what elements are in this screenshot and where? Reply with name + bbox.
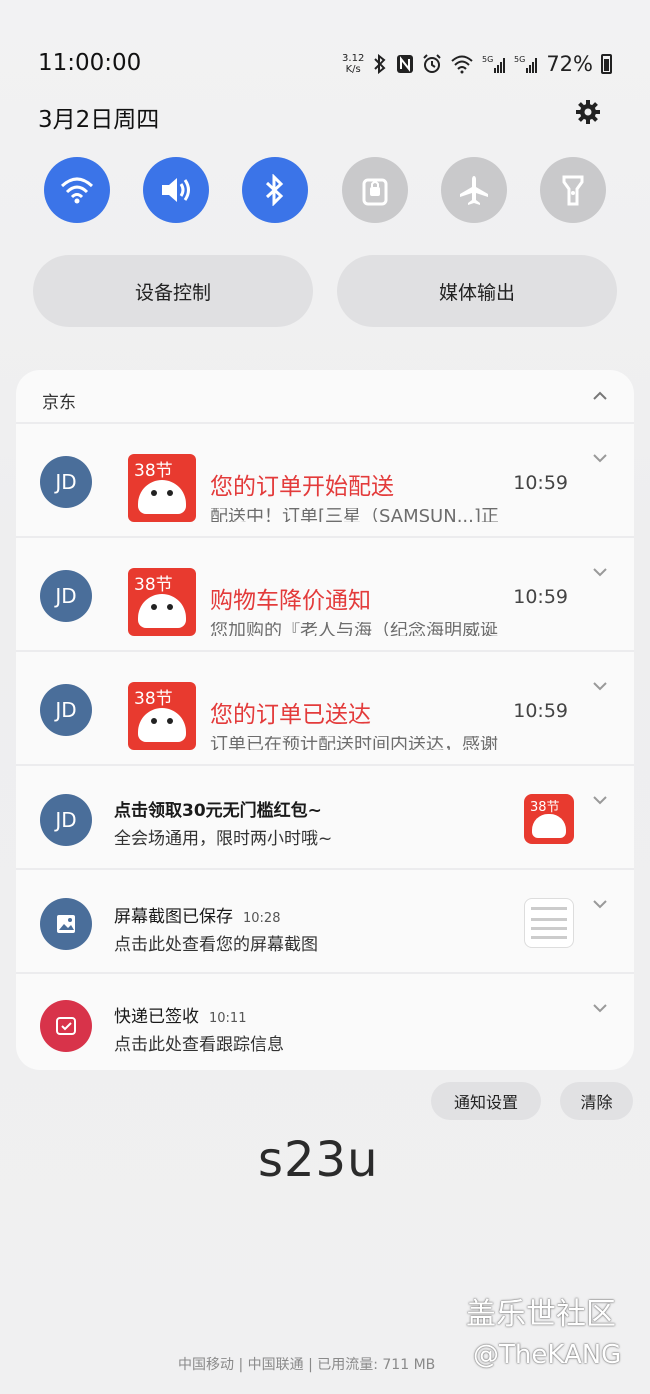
bluetooth-status-icon <box>374 54 386 74</box>
nfc-icon <box>397 55 414 73</box>
sound-toggle[interactable] <box>143 157 210 223</box>
image-icon <box>57 915 75 933</box>
thumb-label: 38节 <box>134 575 173 595</box>
notification-item-screenshot[interactable]: 屏幕截图已保存 10:28 点击此处查看您的屏幕截图 <box>16 868 634 972</box>
notification-body: 配送中！订单[三星（SAMSUN...]正 <box>210 508 499 522</box>
notification-item[interactable]: JD 38节 您的订单已送达 10:59 订单已在预计配送时间内送达，感谢 <box>16 650 634 764</box>
thumb-label: 38节 <box>530 800 560 815</box>
notification-time: 10:59 <box>513 472 568 494</box>
site-watermark: 盖乐世社区 <box>466 1297 616 1332</box>
notification-item[interactable]: JD 38节 您的订单开始配送 10:59 配送中！订单[三星（SAMSUN..… <box>16 422 634 536</box>
jd-avatar: JD <box>40 794 92 846</box>
lock-icon <box>362 178 388 206</box>
notification-body: 您加购的『老人与海（纪念海明威诞 <box>210 622 498 636</box>
thumb-label: 38节 <box>134 461 173 481</box>
notification-body: 点击此处查看跟踪信息 <box>114 1035 284 1055</box>
chevron-up-icon[interactable] <box>592 388 608 404</box>
notification-body: 全会场通用，限时两小时哦~ <box>114 829 333 849</box>
notification-title-row: 快递已签收 10:11 <box>114 1002 246 1027</box>
network-speed: 3.12 K/s <box>342 53 364 75</box>
carrier-footer: 中国移动 | 中国联通 | 已用流量: 711 MB <box>178 1357 436 1373</box>
notification-title: 点击领取30元无门槛红包~ <box>114 801 322 821</box>
battery-icon <box>601 54 612 74</box>
clear-button[interactable]: 清除 <box>560 1082 633 1120</box>
notification-settings-button[interactable]: 通知设置 <box>431 1082 541 1120</box>
notification-title: 您的订单开始配送 <box>210 474 394 500</box>
chevron-down-icon[interactable] <box>592 896 608 912</box>
wifi-icon <box>60 177 94 204</box>
notification-time: 10:28 <box>243 911 281 926</box>
notification-item[interactable]: JD 38节 购物车降价通知 10:59 您加购的『老人与海（纪念海明威诞 <box>16 536 634 650</box>
jd-thumbnail: 38节 <box>128 682 196 750</box>
device-control-button[interactable]: 设备控制 <box>33 255 313 327</box>
notification-title: 您的订单已送达 <box>210 702 371 728</box>
airplane-icon <box>459 176 488 205</box>
signal-5g-icon-2: 5G <box>514 55 538 73</box>
package-check-icon <box>56 1017 76 1035</box>
screenshot-thumbnail[interactable] <box>524 898 574 948</box>
jd-mascot-icon <box>532 814 566 838</box>
jd-avatar: JD <box>40 570 92 622</box>
flashlight-toggle[interactable] <box>539 157 606 223</box>
media-output-button[interactable]: 媒体输出 <box>337 255 617 327</box>
chevron-down-icon[interactable] <box>592 678 608 694</box>
chevron-down-icon[interactable] <box>592 450 608 466</box>
chevron-down-icon[interactable] <box>592 1000 608 1016</box>
jd-avatar: JD <box>40 456 92 508</box>
speaker-icon <box>162 178 191 202</box>
notification-title: 快递已签收 <box>114 1007 199 1027</box>
notification-group-header[interactable]: 京东 <box>16 370 634 422</box>
settings-gear-icon[interactable] <box>574 98 602 126</box>
signal-5g-icon-1: 5G <box>482 55 506 73</box>
notification-title: 屏幕截图已保存 <box>114 907 233 927</box>
thumb-label: 38节 <box>134 689 173 709</box>
jd-thumbnail: 38节 <box>128 568 196 636</box>
jd-small-thumbnail: 38节 <box>524 794 574 844</box>
svg-text:5G: 5G <box>482 55 493 64</box>
speed-value: 3.12 <box>342 53 365 64</box>
delivery-app-icon <box>40 1000 92 1052</box>
battery-percent: 72% <box>546 52 593 76</box>
wallpaper-text: s23u <box>258 1132 379 1188</box>
group-title: 京东 <box>42 393 76 413</box>
wifi-status-icon <box>451 55 473 74</box>
svg-text:5G: 5G <box>514 55 525 64</box>
bluetooth-toggle[interactable] <box>242 157 309 223</box>
bluetooth-icon <box>266 174 284 206</box>
jd-mascot-icon <box>138 480 186 514</box>
screenshot-app-icon <box>40 898 92 950</box>
clock: 11:00:00 <box>38 50 142 76</box>
notification-title-row: 屏幕截图已保存 10:28 <box>114 902 280 927</box>
chevron-down-icon[interactable] <box>592 792 608 808</box>
notification-title: 购物车降价通知 <box>210 588 371 614</box>
status-bar: 11:00:00 3.12 K/s 5G 5G 72% 3月2日周四 <box>0 0 650 133</box>
alarm-icon <box>423 54 442 73</box>
notification-body: 点击此处查看您的屏幕截图 <box>114 935 318 955</box>
jd-mascot-icon <box>138 594 186 628</box>
status-icons: 3.12 K/s 5G 5G 72% <box>342 50 612 78</box>
jd-avatar: JD <box>40 684 92 736</box>
date: 3月2日周四 <box>38 107 160 133</box>
jd-mascot-icon <box>138 708 186 742</box>
notification-time: 10:59 <box>513 700 568 722</box>
notification-time: 10:59 <box>513 586 568 608</box>
flashlight-icon <box>562 175 584 206</box>
jd-thumbnail: 38节 <box>128 454 196 522</box>
chevron-down-icon[interactable] <box>592 564 608 580</box>
notification-item-delivery[interactable]: 快递已签收 10:11 点击此处查看跟踪信息 <box>16 972 634 1070</box>
handle-watermark: @TheKANG <box>473 1340 622 1370</box>
quick-settings-row <box>44 157 606 223</box>
speed-unit: K/s <box>345 64 361 75</box>
airplane-toggle[interactable] <box>440 157 507 223</box>
notification-time: 10:11 <box>209 1011 247 1026</box>
notification-body: 订单已在预计配送时间内送达，感谢 <box>210 736 498 750</box>
notification-item-promo[interactable]: JD 点击领取30元无门槛红包~ 全会场通用，限时两小时哦~ 38节 <box>16 764 634 868</box>
rotation-lock-toggle[interactable] <box>341 157 408 223</box>
wifi-toggle[interactable] <box>44 157 110 223</box>
